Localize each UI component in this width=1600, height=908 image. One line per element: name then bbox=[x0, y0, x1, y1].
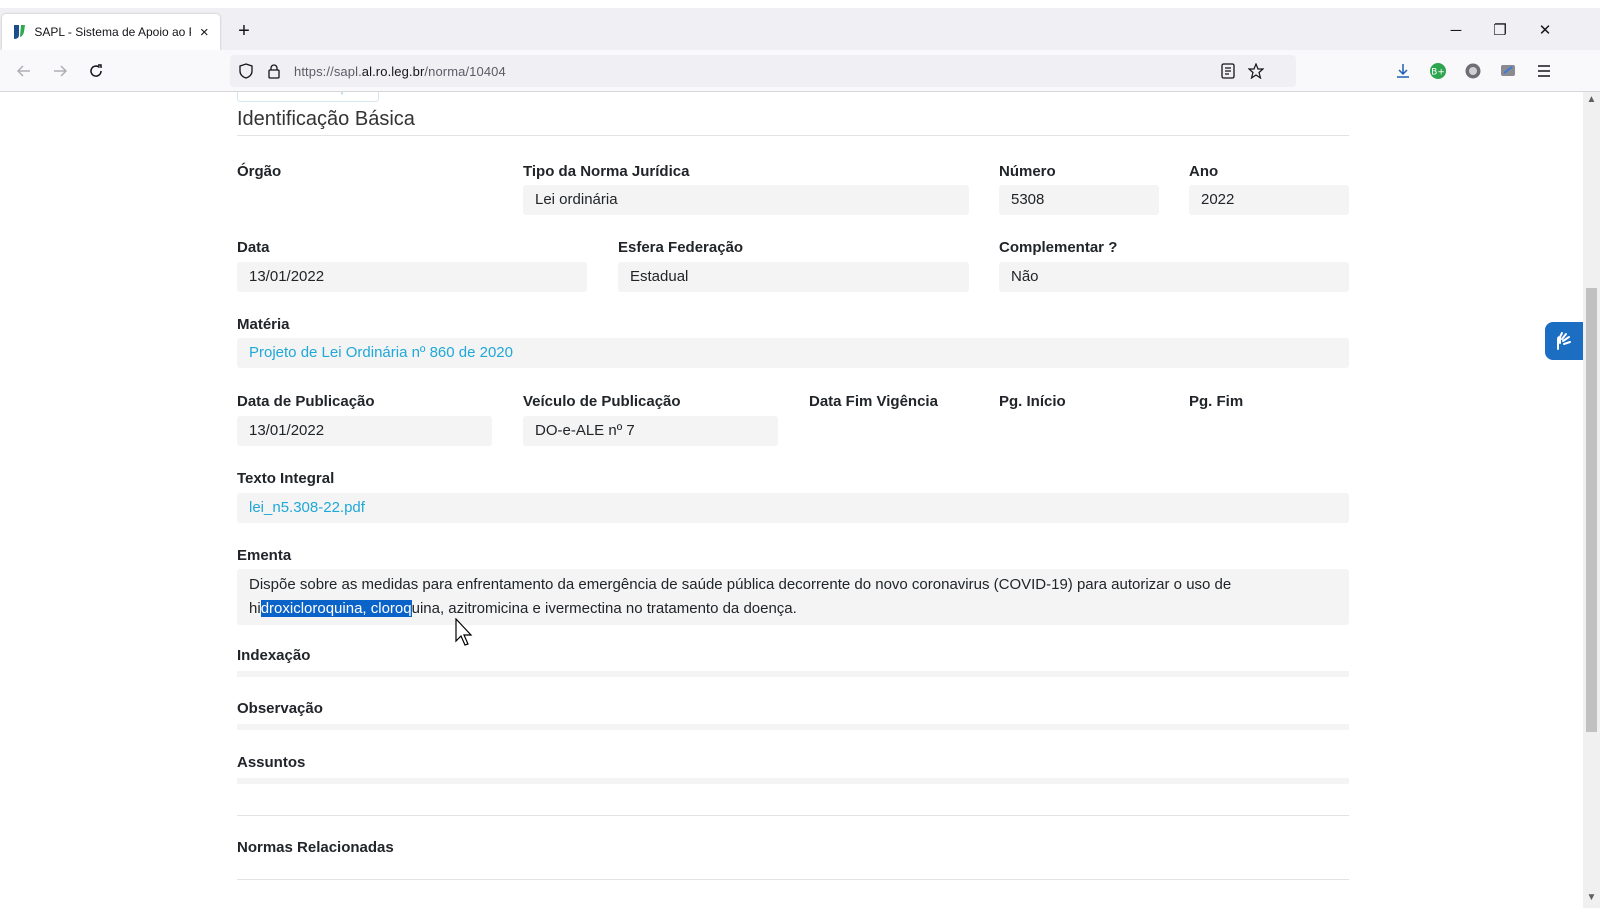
veiculo-label: Veículo de Publicação bbox=[523, 393, 681, 410]
section-title: Identificação Básica bbox=[237, 108, 415, 130]
shield-icon[interactable] bbox=[232, 55, 260, 87]
ementa-label: Ementa bbox=[237, 547, 292, 564]
scroll-down-icon[interactable]: ▼ bbox=[1583, 890, 1600, 906]
scrollbar-thumb[interactable] bbox=[1586, 288, 1597, 732]
vertical-scrollbar[interactable]: ▲ ▼ bbox=[1583, 92, 1600, 908]
ementa-line-2-start: hi bbox=[249, 600, 261, 617]
orgao-label: Órgão bbox=[237, 163, 282, 180]
tab-title: SAPL - Sistema de Apoio ao Proc bbox=[34, 25, 190, 39]
sapl-favicon-icon bbox=[10, 23, 27, 41]
normas-relacionadas-label: Normas Relacionadas bbox=[237, 839, 394, 856]
accessibility-hands-icon[interactable] bbox=[1545, 322, 1583, 360]
restore-button[interactable]: ❐ bbox=[1488, 20, 1512, 44]
texto-integral-label: Texto Integral bbox=[237, 470, 335, 487]
svg-text:B+: B+ bbox=[1431, 68, 1445, 78]
pg-fim-label: Pg. Fim bbox=[1189, 393, 1244, 410]
numero-field: 5308 bbox=[999, 185, 1159, 215]
indexacao-label: Indexação bbox=[237, 647, 311, 664]
extension-icon[interactable] bbox=[1496, 59, 1520, 83]
scroll-up-icon[interactable]: ▲ bbox=[1583, 92, 1600, 108]
section-divider bbox=[237, 815, 1349, 816]
ementa-line-1: Dispõe sobre as medidas para enfrentamen… bbox=[249, 576, 1232, 593]
esfera-field: Estadual bbox=[618, 262, 969, 292]
indexacao-field bbox=[237, 671, 1349, 677]
tipo-field: Lei ordinária bbox=[523, 185, 969, 215]
minimize-button[interactable]: ─ bbox=[1444, 20, 1468, 44]
new-tab-button[interactable]: + bbox=[232, 20, 256, 44]
url-text[interactable]: https://sapl.al.ro.leg.br/norma/10404 bbox=[294, 64, 506, 79]
tab-sapl[interactable]: SAPL - Sistema de Apoio ao Proc × bbox=[2, 14, 220, 50]
numero-label: Número bbox=[999, 163, 1056, 180]
materia-link[interactable]: Projeto de Lei Ordinária nº 860 de 2020 bbox=[237, 338, 1349, 368]
reload-icon[interactable] bbox=[84, 59, 108, 83]
page-viewport: Fazer Nova Pesquisa Identificação Básica… bbox=[0, 92, 1583, 908]
data-field: 13/01/2022 bbox=[237, 262, 587, 292]
menu-icon[interactable] bbox=[1532, 59, 1556, 83]
ementa-field: Dispõe sobre as medidas para enfrentamen… bbox=[237, 569, 1349, 625]
bookmark-star-icon[interactable] bbox=[1242, 55, 1270, 87]
section-divider bbox=[237, 135, 1349, 136]
tab-close-icon[interactable]: × bbox=[197, 24, 212, 41]
observacao-field bbox=[237, 724, 1349, 730]
complementar-field: Não bbox=[999, 262, 1349, 292]
selected-text: droxicloroquina, cloroq bbox=[260, 600, 412, 617]
materia-label: Matéria bbox=[237, 316, 290, 333]
observacao-label: Observação bbox=[237, 700, 323, 717]
data-publicacao-field: 13/01/2022 bbox=[237, 416, 492, 446]
extension-icon[interactable] bbox=[1461, 59, 1485, 83]
reader-view-icon[interactable] bbox=[1214, 55, 1242, 87]
mouse-pointer-icon bbox=[455, 618, 473, 646]
navigation-toolbar: https://sapl.al.ro.leg.br/norma/10404 B+ bbox=[0, 50, 1600, 92]
extension-icon[interactable]: B+ bbox=[1426, 59, 1450, 83]
url-bar[interactable]: https://sapl.al.ro.leg.br/norma/10404 bbox=[230, 55, 1296, 87]
new-search-button[interactable]: Fazer Nova Pesquisa bbox=[237, 92, 379, 102]
tab-bar: SAPL - Sistema de Apoio ao Proc × + ─ ❐ … bbox=[0, 8, 1600, 50]
close-window-button[interactable]: ✕ bbox=[1533, 20, 1557, 44]
data-publicacao-label: Data de Publicação bbox=[237, 393, 375, 410]
texto-integral-link[interactable]: lei_n5.308-22.pdf bbox=[237, 493, 1349, 523]
assuntos-label: Assuntos bbox=[237, 754, 306, 771]
back-icon[interactable] bbox=[12, 59, 36, 83]
forward-icon[interactable] bbox=[48, 59, 72, 83]
section-divider bbox=[237, 879, 1349, 880]
ano-label: Ano bbox=[1189, 163, 1219, 180]
download-icon[interactable] bbox=[1391, 59, 1415, 83]
assuntos-field bbox=[237, 778, 1349, 784]
ano-field: 2022 bbox=[1189, 185, 1349, 215]
window-top-strip bbox=[0, 0, 1600, 8]
tipo-label: Tipo da Norma Jurídica bbox=[523, 163, 690, 180]
veiculo-field: DO-e-ALE nº 7 bbox=[523, 416, 778, 446]
pg-inicio-label: Pg. Início bbox=[999, 393, 1066, 410]
esfera-label: Esfera Federação bbox=[618, 239, 744, 256]
data-fim-label: Data Fim Vigência bbox=[809, 393, 938, 410]
data-label: Data bbox=[237, 239, 270, 256]
lock-icon[interactable] bbox=[260, 55, 288, 87]
ementa-line-2-end: uina, azitromicina e ivermectina no trat… bbox=[411, 600, 797, 617]
complementar-label: Complementar ? bbox=[999, 239, 1118, 256]
